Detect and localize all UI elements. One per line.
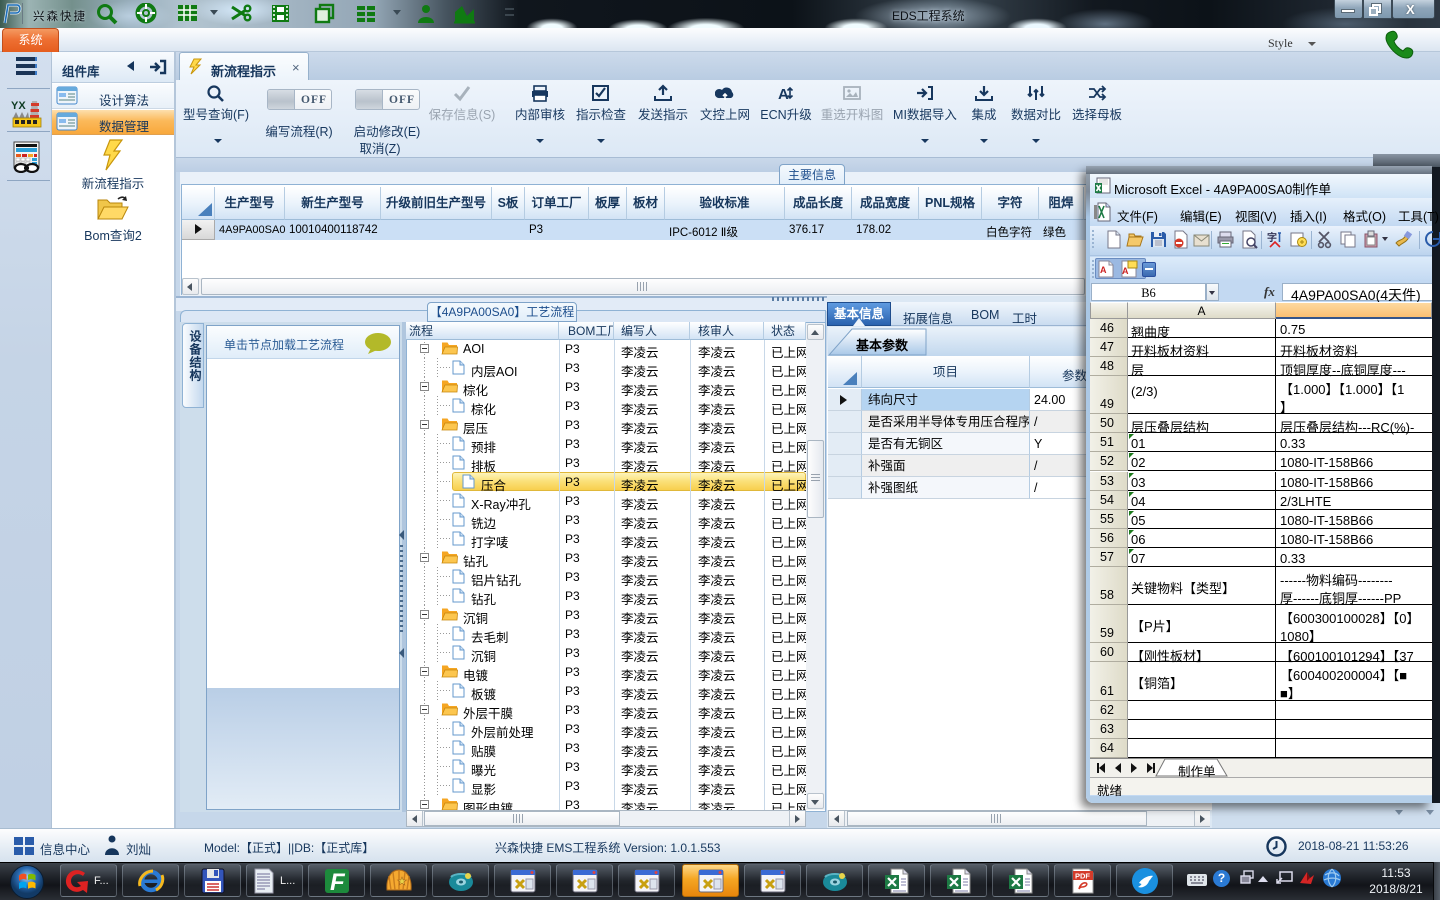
- svg-text:PDF: PDF: [1075, 872, 1090, 881]
- svg-text:A: A: [778, 86, 789, 102]
- svg-text:YX: YX: [11, 100, 26, 112]
- svg-text:A: A: [1100, 265, 1107, 275]
- svg-text:F: F: [330, 869, 346, 895]
- svg-text:A: A: [1122, 266, 1129, 276]
